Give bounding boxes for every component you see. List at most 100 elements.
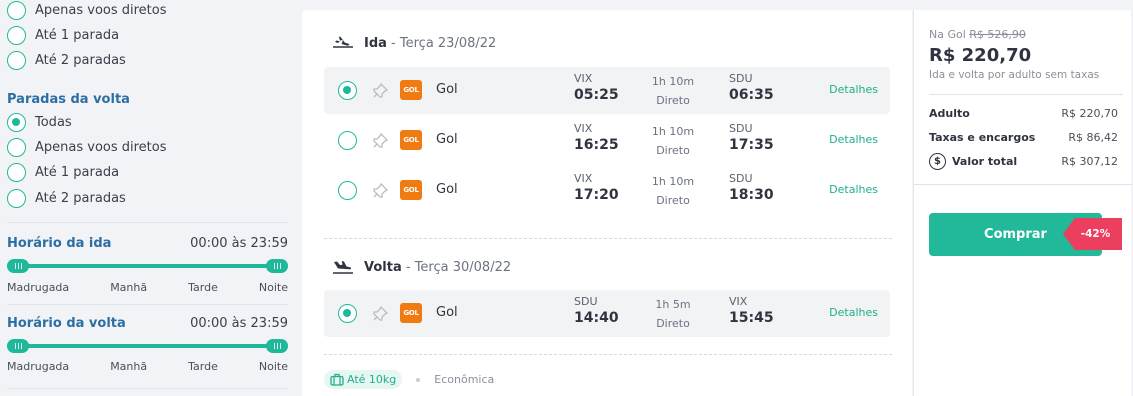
slider-handle-icon[interactable] <box>7 259 29 273</box>
arrival: SDU 06:35 <box>729 72 774 103</box>
return-plane-icon <box>333 261 353 274</box>
total-label-wrap: $ Valor total <box>929 153 1017 170</box>
airline-name: Gol <box>436 305 458 320</box>
arrival-airport: SDU <box>729 72 753 85</box>
slider-handle-icon[interactable] <box>266 259 288 273</box>
radio-icon[interactable] <box>7 189 26 208</box>
return-stops-2[interactable]: Até 2 paradas <box>7 189 126 208</box>
outbound-stops-direct[interactable]: Apenas voos diretos <box>7 1 167 20</box>
period-label: Tarde <box>188 281 218 294</box>
slider-handle-icon[interactable] <box>266 339 288 353</box>
airline-name: Gol <box>436 82 458 97</box>
period-label: Madrugada <box>7 281 70 294</box>
flight-row[interactable]: GOL Gol VIX 17:20 1h 10m Direto SDU 18:30 D… <box>324 167 890 214</box>
departure-airport: SDU <box>574 295 598 308</box>
divider <box>324 238 892 239</box>
breakdown-label: Taxas e encargos <box>929 131 1036 144</box>
period-label: Manhã <box>110 281 148 294</box>
divider <box>324 354 892 355</box>
radio-icon[interactable] <box>7 138 26 157</box>
duration-value: 1h 10m <box>651 175 695 188</box>
duration: 1h 10m Direto <box>648 172 698 210</box>
return-time-value: 00:00 às 23:59 <box>190 316 288 331</box>
departure: VIX 05:25 <box>574 72 619 103</box>
outbound-time-value: 00:00 às 23:59 <box>190 236 288 251</box>
divider <box>7 388 288 389</box>
radio-icon[interactable] <box>7 163 26 182</box>
flight-row[interactable]: GOL Gol VIX 16:25 1h 10m Direto SDU 17:35 D… <box>324 117 890 164</box>
outbound-header: Ida - Terça 23/08/22 <box>332 34 496 52</box>
outbound-time-title: Horário da ida <box>7 236 112 251</box>
leg-date: - Terça 23/08/22 <box>386 35 497 51</box>
price-note: Ida e volta por adulto sem taxas <box>929 69 1100 81</box>
slider-handle-icon[interactable] <box>7 339 29 353</box>
radio-icon[interactable] <box>7 1 26 20</box>
outbound-stops-1[interactable]: Até 1 parada <box>7 26 119 45</box>
arrival-airport: SDU <box>729 172 753 185</box>
outbound-stops-2[interactable]: Até 2 paradas <box>7 51 126 70</box>
pin-icon[interactable] <box>372 183 388 199</box>
option-label: Até 2 paradas <box>35 53 126 68</box>
flight-type: Direto <box>656 317 690 330</box>
flight-row[interactable]: GOL Gol VIX 05:25 1h 10m Direto SDU 06:35 D… <box>324 67 890 114</box>
arrival-time: 15:45 <box>729 310 774 326</box>
leg-date: - Terça 30/08/22 <box>401 259 512 275</box>
departure: VIX 16:25 <box>574 122 619 153</box>
arrival-time: 17:35 <box>729 137 774 153</box>
departure-time: 05:25 <box>574 87 619 103</box>
arrival-airport: SDU <box>729 122 753 135</box>
return-stops-1[interactable]: Até 1 parada <box>7 163 119 182</box>
duration: 1h 10m Direto <box>648 122 698 160</box>
return-stops-title: Paradas da volta <box>7 92 130 107</box>
pin-icon[interactable] <box>372 133 388 149</box>
departure-airport: VIX <box>574 72 593 85</box>
details-link[interactable]: Detalhes <box>829 306 878 319</box>
airline-logo: GOL <box>400 303 422 323</box>
radio-icon[interactable] <box>338 81 357 100</box>
departure-time: 17:20 <box>574 187 619 203</box>
option-label: Apenas voos diretos <box>35 140 167 155</box>
radio-icon[interactable] <box>7 113 26 132</box>
breakdown-label: Adulto <box>929 107 970 120</box>
radio-icon[interactable] <box>7 26 26 45</box>
pin-icon[interactable] <box>372 306 388 322</box>
details-link[interactable]: Detalhes <box>829 83 878 96</box>
slider-track <box>13 264 282 268</box>
outbound-time-slider[interactable] <box>7 259 288 273</box>
radio-icon[interactable] <box>7 51 26 70</box>
airline-name: Gol <box>436 182 458 197</box>
departure-plane-icon <box>333 36 353 48</box>
radio-icon[interactable] <box>338 131 357 150</box>
radio-icon[interactable] <box>338 304 357 323</box>
airline-logo: GOL <box>400 180 422 200</box>
flight-type: Direto <box>656 144 690 157</box>
details-link[interactable]: Detalhes <box>829 133 878 146</box>
period-label: Noite <box>258 281 288 294</box>
radio-icon[interactable] <box>338 181 357 200</box>
luggage-icon <box>330 373 344 386</box>
arrival: VIX 15:45 <box>729 295 774 326</box>
return-time-slider[interactable] <box>7 339 288 353</box>
flight-row[interactable]: GOL Gol SDU 14:40 1h 5m Direto VIX 15:45 De… <box>324 290 890 337</box>
pin-icon[interactable] <box>372 83 388 99</box>
discount-badge: -42% <box>1063 218 1122 250</box>
return-stops-direct[interactable]: Apenas voos diretos <box>7 138 167 157</box>
divider <box>7 304 288 305</box>
details-link[interactable]: Detalhes <box>829 183 878 196</box>
breakdown-value: R$ 307,12 <box>1061 155 1118 168</box>
divider <box>914 184 1132 185</box>
arrival: SDU 18:30 <box>729 172 774 203</box>
period-label: Manhã <box>110 360 148 373</box>
price-summary: Na Gol R$ 526,90 R$ 220,70 Ida e volta p… <box>913 10 1132 396</box>
airline-logo: GOL <box>400 80 422 100</box>
slider-track <box>13 344 282 348</box>
airline-name: Gol <box>436 132 458 147</box>
departure: SDU 14:40 <box>574 295 619 326</box>
breakdown-label: Valor total <box>952 155 1018 168</box>
period-label: Tarde <box>188 360 218 373</box>
duration-value: 1h 10m <box>651 125 695 138</box>
return-stops-all[interactable]: Todas <box>7 113 72 132</box>
flight-type: Direto <box>656 94 690 107</box>
arrival-time: 06:35 <box>729 87 774 103</box>
flight-type: Direto <box>656 194 690 207</box>
